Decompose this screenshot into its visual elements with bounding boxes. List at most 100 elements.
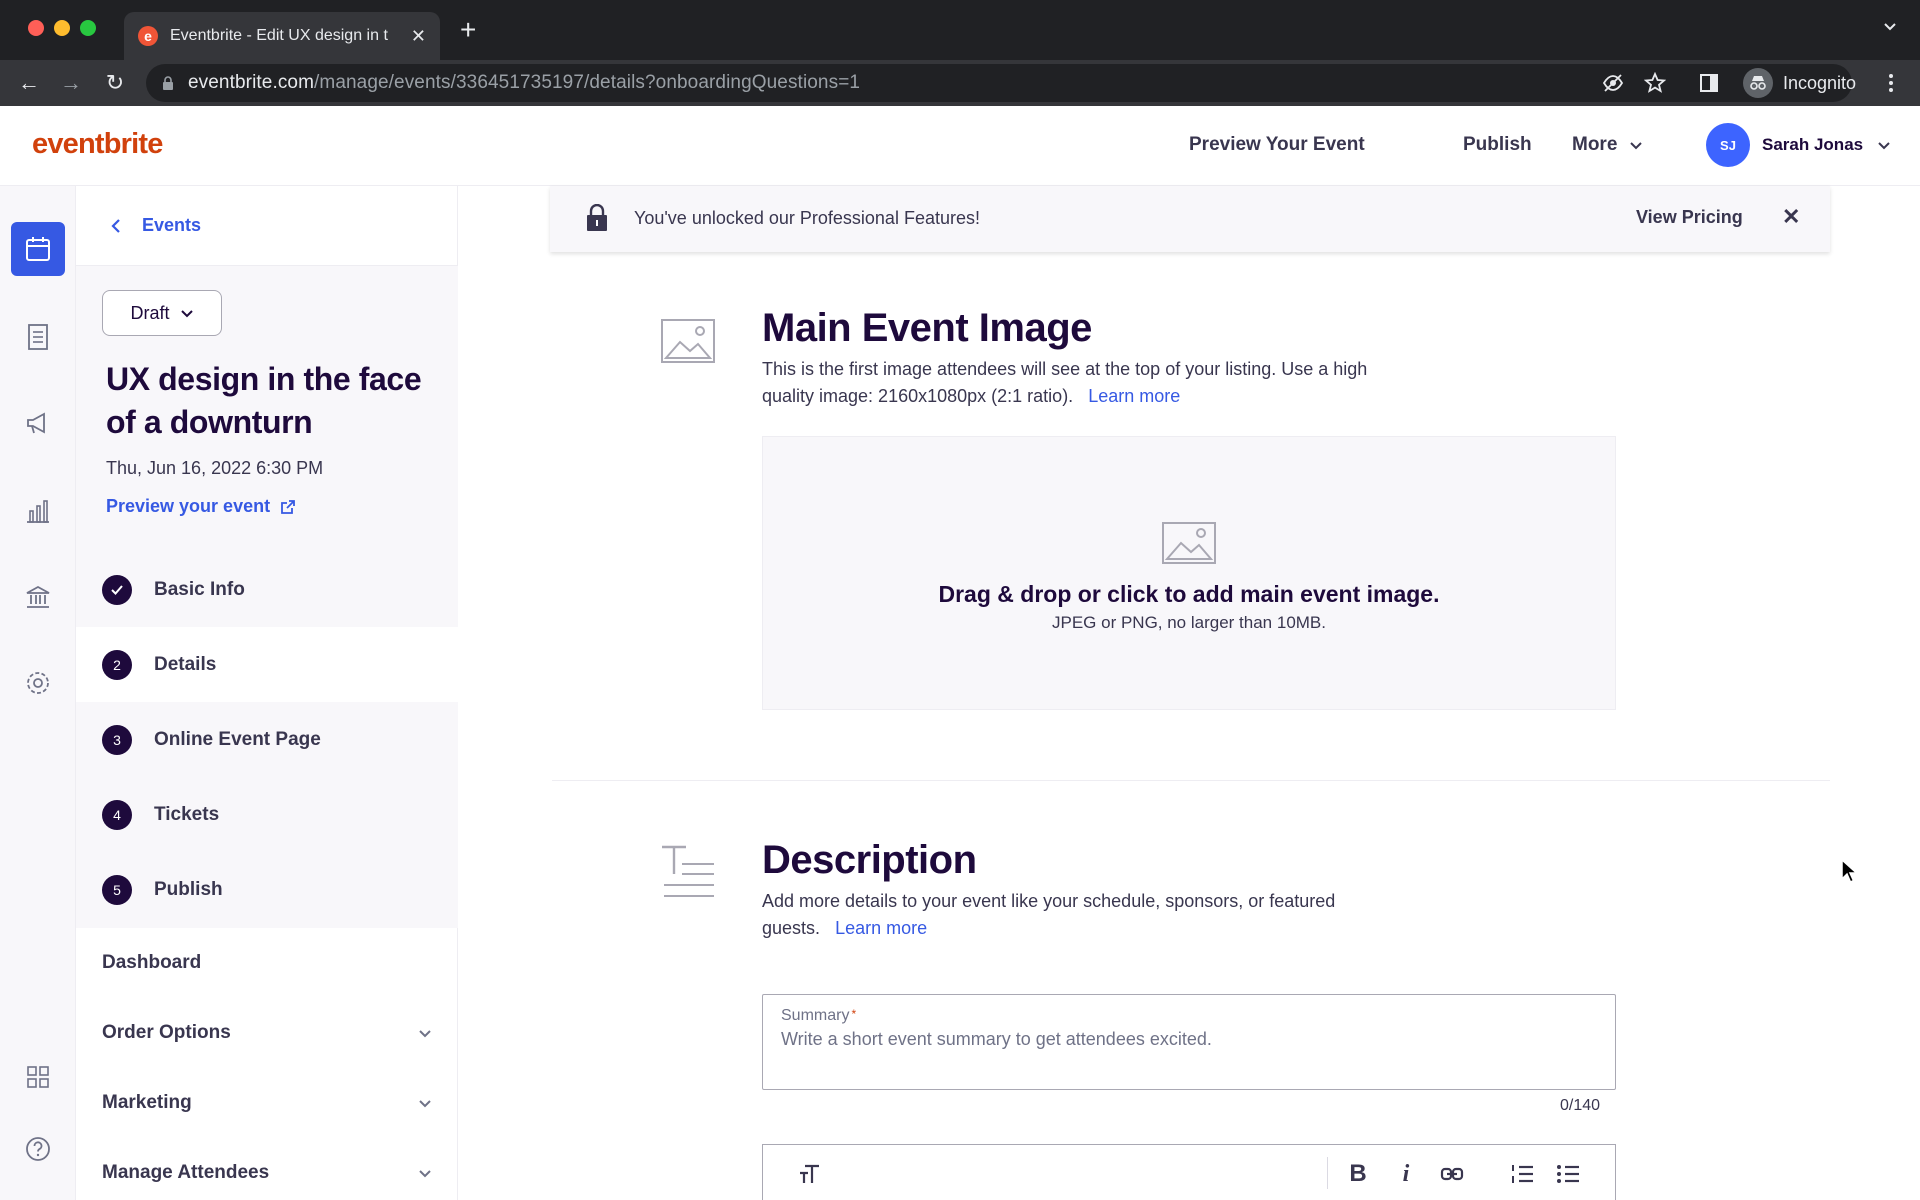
step-label: Details [154,653,217,675]
description-text: Add more details to your event like your… [762,888,1382,942]
summary-label: Summary * [781,1007,856,1025]
bullet-list-button[interactable] [1553,1159,1583,1189]
image-dropzone[interactable]: Drag & drop or click to add main event i… [762,436,1616,710]
chevron-down-icon [1878,142,1890,150]
icon-rail [0,186,76,1200]
rail-help[interactable] [11,1122,65,1176]
nav-dashboard[interactable]: Dashboard [102,952,432,974]
window-minimize-button[interactable] [54,20,70,36]
preview-event-link[interactable]: Preview Your Event [1189,134,1365,156]
main-image-learn-more-link[interactable]: Learn more [1088,386,1180,406]
rail-finance[interactable] [11,570,65,624]
calendar-icon [26,237,50,261]
mouse-cursor-icon [1841,858,1858,884]
chevron-down-icon [1630,142,1643,150]
step-label: Basic Info [154,578,245,600]
nav-manage-attendees[interactable]: Manage Attendees [102,1162,432,1184]
bookmark-star-icon[interactable] [1644,72,1666,94]
main-image-desc-text: This is the first image attendees will s… [762,359,1368,406]
nav-manage-attendees-label: Manage Attendees [102,1162,270,1183]
receipt-icon [28,324,48,350]
rail-marketing[interactable] [11,396,65,450]
back-label: Events [142,215,202,235]
browser-tab[interactable]: e Eventbrite - Edit UX design in t ✕ [124,12,440,60]
address-bar[interactable]: eventbrite.com/manage/events/33645173519… [146,64,1852,102]
external-link-icon [281,499,295,514]
preview-link-label: Preview your event [106,496,271,516]
step-number: 4 [102,799,132,830]
ordered-list-icon [1512,1165,1533,1183]
eye-off-icon[interactable] [1602,72,1624,94]
more-menu[interactable]: More [1572,134,1643,156]
preview-your-event-link[interactable]: Preview your event [106,496,296,517]
text-size-icon [800,1164,819,1183]
tab-close-icon[interactable]: ✕ [411,26,426,47]
reload-icon[interactable]: ↻ [100,68,130,98]
step-number: 5 [102,874,132,905]
lock-icon [163,76,173,90]
step-number: 3 [102,724,132,755]
view-pricing-link[interactable]: View Pricing [1636,207,1743,228]
eventbrite-favicon-icon: e [138,26,158,46]
event-sidebar: Events Draft UX design in the face of a … [76,186,458,1200]
step-online-event-page[interactable]: 3 Online Event Page [76,702,458,777]
step-publish[interactable]: 5 Publish [76,852,458,927]
close-icon[interactable]: ✕ [1782,204,1800,230]
rail-events[interactable] [11,222,65,276]
browser-tab-strip: e Eventbrite - Edit UX design in t ✕ + [0,0,1920,60]
browser-toolbar: ← → ↻ eventbrite.com/manage/events/33645… [0,60,1920,106]
bank-icon [26,585,50,608]
rail-reports[interactable] [11,484,65,538]
rich-text-toolbar: B i [762,1144,1616,1200]
chevron-down-icon [180,310,193,318]
user-menu[interactable]: SJ Sarah Jonas [1706,123,1891,167]
url-text: eventbrite.com/manage/events/33645173519… [188,72,860,94]
required-marker: * [851,1007,857,1021]
user-name: Sarah Jonas [1762,135,1864,154]
nav-order-options[interactable]: Order Options [102,1022,432,1044]
link-button[interactable] [1437,1159,1467,1189]
description-learn-more-link[interactable]: Learn more [835,918,927,938]
step-tickets[interactable]: 4 Tickets [76,777,458,852]
tab-search-chevron-icon[interactable] [1882,18,1898,34]
main-image-title: Main Event Image [762,306,1092,350]
bold-icon[interactable]: B [1343,1159,1373,1189]
side-panel-icon[interactable] [1698,72,1720,94]
step-details[interactable]: 2 Details [76,627,458,702]
italic-icon[interactable]: i [1391,1159,1421,1189]
browser-menu-icon[interactable] [1880,72,1902,94]
rail-settings[interactable] [11,656,65,710]
step-basic-info[interactable]: Basic Info [76,552,458,627]
back-arrow-icon[interactable]: ← [14,68,44,98]
image-placeholder-icon [1162,522,1216,564]
text-size-button[interactable] [795,1159,825,1189]
event-steps: Basic Info 2 Details 3 Online Event Page… [76,552,458,928]
main-image-description: This is the first image attendees will s… [762,356,1382,410]
incognito-indicator[interactable]: Incognito [1742,66,1856,100]
rail-apps[interactable] [11,1050,65,1104]
chevron-down-icon [419,1100,431,1108]
ordered-list-button[interactable] [1507,1159,1537,1189]
summary-input[interactable] [781,1029,1581,1050]
more-label: More [1572,134,1618,155]
publish-link[interactable]: Publish [1463,134,1532,156]
lock-icon [587,204,607,231]
app-header: eventbrite Preview Your Event Publish Mo… [0,106,1920,186]
nav-marketing[interactable]: Marketing [102,1092,432,1114]
window-close-button[interactable] [28,20,44,36]
eventbrite-logo[interactable]: eventbrite [32,128,163,161]
event-summary-card: Draft UX design in the face of a downtur… [76,266,458,552]
rail-orders[interactable] [11,310,65,364]
back-to-events[interactable]: Events [76,186,458,266]
new-tab-icon[interactable]: + [460,14,476,46]
step-label: Publish [154,878,223,900]
banner-message: You've unlocked our Professional Feature… [634,208,980,228]
chevron-down-icon [419,1030,431,1038]
nav-order-options-label: Order Options [102,1022,231,1043]
checkmark-icon [102,574,132,605]
status-dropdown[interactable]: Draft [102,290,222,336]
toolbar-separator [1327,1157,1328,1189]
window-maximize-button[interactable] [80,20,96,36]
forward-arrow-icon[interactable]: → [56,68,86,98]
summary-field[interactable]: Summary * [762,994,1616,1090]
